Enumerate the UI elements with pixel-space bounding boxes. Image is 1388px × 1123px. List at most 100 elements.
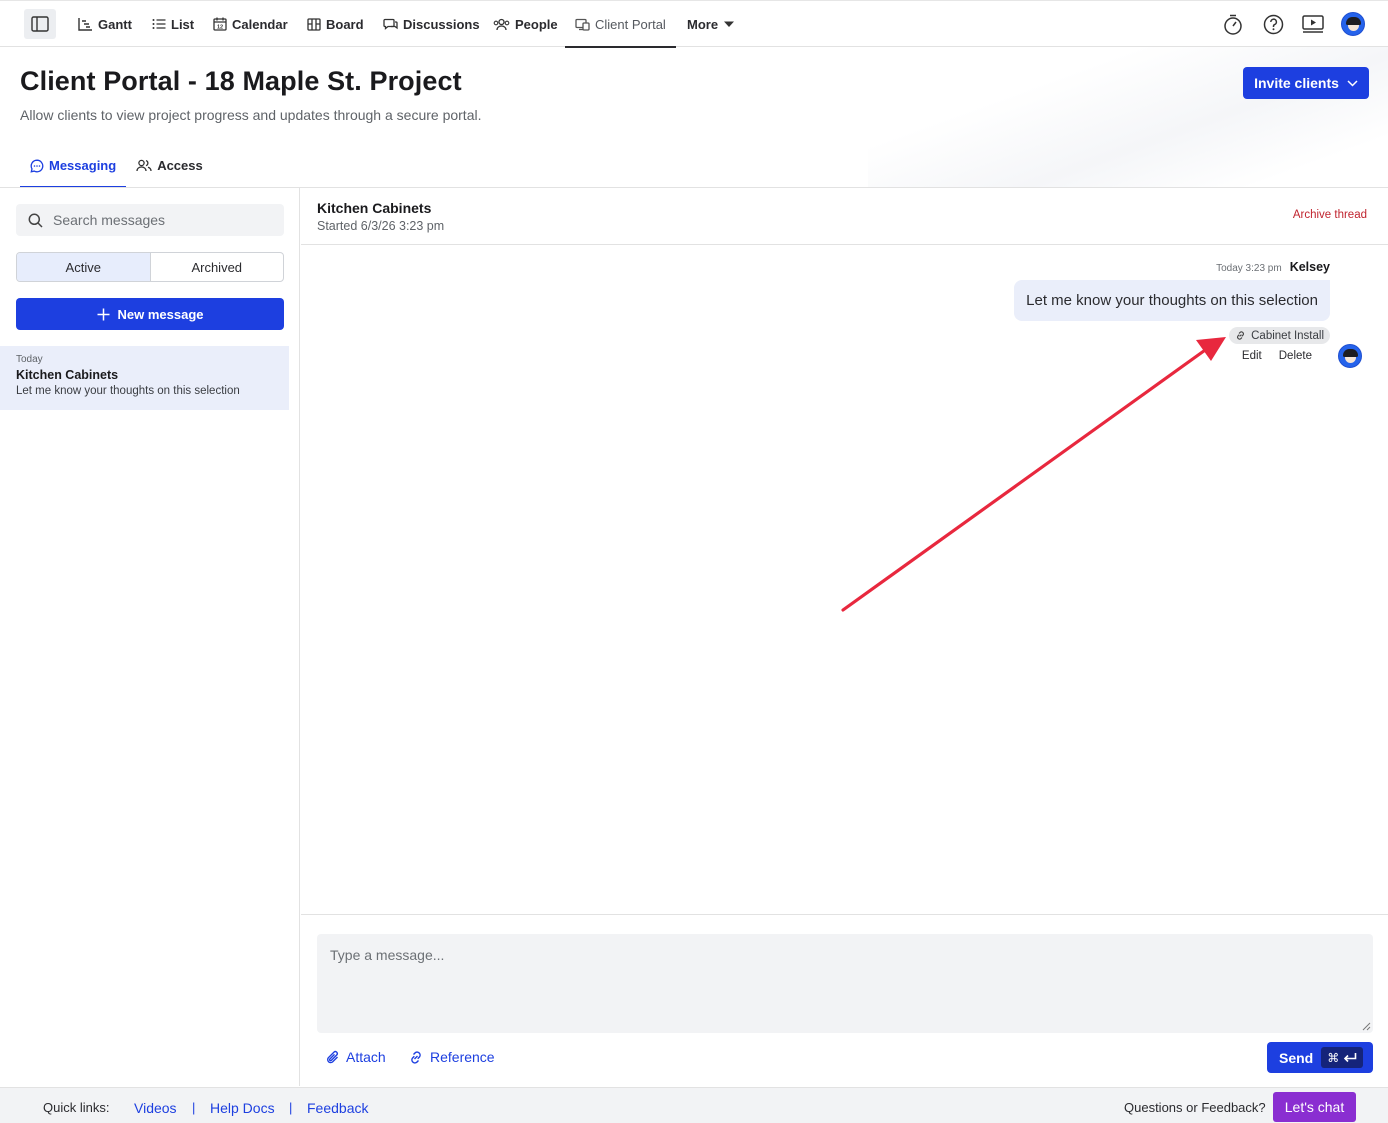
thread-snippet: Let me know your thoughts on this select… [16, 385, 240, 397]
board-icon [307, 17, 321, 31]
nav-board[interactable]: Board [307, 1, 364, 47]
enter-key-icon [1344, 1053, 1357, 1063]
edit-message-button[interactable]: Edit [1242, 350, 1262, 362]
nav-people-label: People [515, 16, 558, 32]
message-actions: Edit Delete [1242, 350, 1312, 362]
help-button[interactable] [1261, 12, 1285, 36]
command-key-glyph: ⌘ [1327, 1050, 1340, 1065]
new-message-label: New message [117, 306, 204, 322]
nav-board-label: Board [326, 16, 364, 32]
footer-separator: | [289, 1100, 293, 1115]
chevron-down-icon [1347, 79, 1358, 87]
sidebar-toggle-icon [31, 16, 49, 32]
tab-messaging-label: Messaging [49, 158, 117, 173]
filter-active-button[interactable]: Active [17, 253, 151, 281]
conversation-title: Kitchen Cabinets [317, 200, 432, 216]
message-author-avatar [1338, 344, 1362, 368]
footer-link-videos[interactable]: Videos [134, 1100, 177, 1116]
video-button[interactable] [1301, 12, 1325, 36]
footer-link-feedback[interactable]: Feedback [307, 1100, 368, 1116]
timer-icon [1224, 14, 1242, 35]
footer-link-help-docs[interactable]: Help Docs [210, 1100, 275, 1116]
top-navigation: Gantt List 12 Calendar Board Discussions… [0, 0, 1388, 48]
caret-down-icon [724, 21, 735, 27]
nav-more[interactable]: More [687, 1, 735, 47]
attach-button[interactable]: Attach [326, 1048, 386, 1066]
conversation-started: Started 6/3/26 3:23 pm [317, 219, 445, 233]
nav-client-portal-label: Client Portal [595, 16, 666, 32]
search-messages [16, 204, 284, 236]
message-meta: Today 3:23 pm Kelsey [1216, 260, 1330, 274]
user-avatar [1341, 12, 1365, 36]
nav-calendar[interactable]: 12 Calendar [213, 1, 288, 47]
video-icon [1302, 15, 1324, 33]
thread-list-panel: Active Archived New message Today Kitche… [0, 188, 300, 1086]
reference-label: Reference [430, 1049, 495, 1065]
attach-label: Attach [346, 1049, 386, 1065]
send-shortcut: ⌘ [1321, 1047, 1364, 1068]
discussions-icon [383, 18, 398, 30]
client-portal-icon [575, 18, 590, 31]
message-time: Today 3:23 pm [1216, 263, 1282, 274]
feedback-prompt: Questions or Feedback? [1124, 1100, 1266, 1115]
nav-calendar-label: Calendar [232, 16, 288, 32]
footer: Quick links: Videos | Help Docs | Feedba… [0, 1087, 1388, 1123]
link-icon [411, 1050, 421, 1064]
resize-grip-icon[interactable] [1362, 1022, 1371, 1031]
timer-button[interactable] [1221, 12, 1245, 36]
thread-filter-toggle: Active Archived [16, 252, 284, 282]
chat-bubble-icon [30, 159, 44, 173]
plus-icon [97, 308, 109, 320]
nav-discussions-label: Discussions [403, 16, 480, 32]
link-icon [1237, 331, 1245, 340]
page-subtitle: Allow clients to view project progress a… [20, 107, 482, 123]
nav-gantt-label: Gantt [98, 16, 132, 32]
tab-messaging[interactable]: Messaging [20, 143, 127, 188]
nav-discussions[interactable]: Discussions [383, 1, 480, 47]
reference-chip-label: Cabinet Install [1251, 329, 1324, 342]
users-icon [136, 159, 152, 172]
send-button[interactable]: Send ⌘ [1267, 1042, 1373, 1073]
page-title: Client Portal - 18 Maple St. Project [20, 66, 462, 96]
calendar-icon: 12 [213, 17, 227, 31]
nav-client-portal[interactable]: Client Portal [565, 1, 676, 48]
thread-list-item[interactable]: Today Kitchen Cabinets Let me know your … [0, 346, 289, 410]
list-icon [152, 19, 166, 29]
user-avatar-button[interactable] [1341, 12, 1365, 36]
people-icon [493, 18, 510, 30]
paperclip-icon [327, 1050, 338, 1063]
message-author: Kelsey [1289, 260, 1330, 274]
author-avatar [1338, 344, 1362, 368]
tab-access-label: Access [157, 158, 203, 173]
invite-clients-button[interactable]: Invite clients [1243, 67, 1369, 99]
nav-more-label: More [687, 16, 719, 32]
gantt-icon [78, 18, 92, 31]
quick-links-label: Quick links: [43, 1100, 110, 1115]
thread-date: Today [16, 354, 43, 365]
sidebar-toggle-button[interactable] [24, 9, 56, 39]
nav-people[interactable]: People [493, 1, 558, 47]
thread-title: Kitchen Cabinets [16, 368, 119, 382]
reference-chip[interactable]: Cabinet Install [1229, 327, 1330, 344]
lets-chat-button[interactable]: Let's chat [1273, 1092, 1356, 1122]
search-input[interactable] [53, 212, 273, 228]
nav-list[interactable]: List [152, 1, 194, 47]
message-bubble: Let me know your thoughts on this select… [1014, 280, 1330, 321]
delete-message-button[interactable]: Delete [1279, 350, 1312, 362]
composer-divider [301, 914, 1388, 915]
message-input[interactable] [317, 934, 1373, 1033]
send-label: Send [1279, 1049, 1314, 1066]
svg-text:12: 12 [217, 25, 223, 31]
nav-gantt[interactable]: Gantt [78, 1, 132, 47]
nav-list-label: List [171, 16, 195, 32]
archive-thread-button[interactable]: Archive thread [1293, 209, 1367, 221]
tab-access[interactable]: Access [126, 143, 213, 188]
search-icon [28, 213, 43, 228]
portal-tabs: Messaging Access [20, 143, 213, 188]
conversation-header: Kitchen Cabinets Started 6/3/26 3:23 pm … [301, 188, 1388, 245]
help-icon [1263, 14, 1283, 34]
new-message-button[interactable]: New message [16, 298, 284, 330]
reference-button[interactable]: Reference [408, 1048, 495, 1066]
filter-archived-button[interactable]: Archived [151, 253, 284, 281]
invite-clients-label: Invite clients [1254, 75, 1339, 91]
